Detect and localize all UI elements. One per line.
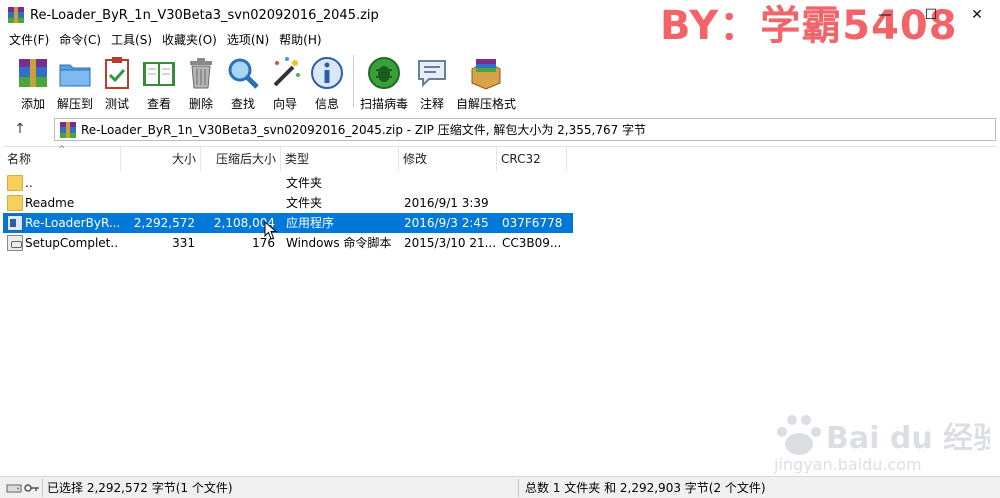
scan-virus-label: 扫描病毒 [360,97,409,111]
folder-icon [7,195,23,211]
file-type: Windows 命令脚本 [286,236,392,250]
scan-virus-button[interactable]: 扫描病毒 [360,51,408,112]
comment-button[interactable]: 注释 [414,51,450,112]
file-name: Re-LoaderByR... [25,216,119,230]
column-crc32[interactable]: CRC32 [497,147,567,171]
clipboard-check-icon [99,55,135,91]
sfx-label: 自解压格式 [456,97,517,111]
status-separator [42,479,43,497]
sfx-button[interactable]: 自解压格式 [456,51,516,112]
wizard-button[interactable]: 向导 [267,51,303,112]
file-modified: 2016/9/1 3:39 [404,196,489,210]
close-button[interactable]: ✕ [954,0,1000,30]
status-separator [518,479,519,497]
address-bar: ↑ Re-Loader_ByR_1n_V30Beta3_svn02092016_… [0,116,1000,142]
total-status: 总数 1 文件夹 和 2,292,903 字节(2 个文件) [525,481,766,495]
menu-bar: 文件(F) 命令(C) 工具(S) 收藏夹(O) 选项(N) 帮助(H) [0,30,1000,50]
file-crc32: CC3B09... [502,236,562,250]
comment-icon [414,55,450,91]
sfx-archive-icon [468,55,504,91]
baidu-brand: Bai du 经验 [826,421,990,456]
column-type[interactable]: 类型 [281,147,399,171]
script-icon [7,235,23,251]
drive-icon[interactable] [6,482,22,494]
file-name: .. [25,176,33,190]
file-type: 文件夹 [286,196,323,210]
book-icon [141,55,177,91]
file-row[interactable]: Readme 文件夹 2016/9/1 3:39 [3,193,573,213]
file-type: 文件夹 [286,176,323,190]
file-row[interactable]: SetupComplet... 331 176 Windows 命令脚本 201… [3,233,573,253]
sort-indicator-icon: ^ [58,145,66,155]
add-button[interactable]: 添加 [15,51,51,112]
trash-icon [183,55,219,91]
folder-extract-icon [57,55,93,91]
delete-button[interactable]: 删除 [183,51,219,112]
column-size[interactable]: 大小 [121,147,201,171]
view-label: 查看 [147,97,172,111]
magic-wand-icon [267,55,303,91]
menu-file[interactable]: 文件(F) [4,30,54,50]
menu-favorites[interactable]: 收藏夹(O) [157,30,222,50]
up-folder-button[interactable]: ↑ [0,121,40,137]
test-label: 测试 [105,97,130,111]
file-name: SetupComplet... [25,236,119,250]
winrar-app-icon[interactable] [8,7,24,23]
column-packed[interactable]: 压缩后大小 [201,147,281,171]
key-icon[interactable] [24,482,40,494]
column-modified[interactable]: 修改 [399,147,497,171]
file-modified: 2015/3/10 21... [404,236,497,250]
file-size: 2,292,572 [133,216,195,230]
magnifier-icon [225,55,261,91]
add-label: 添加 [20,97,45,111]
status-bar: 已选择 2,292,572 字节(1 个文件) 总数 1 文件夹 和 2,292… [0,476,1000,498]
file-row[interactable]: .. 文件夹 [3,173,573,193]
bug-scan-icon [366,55,402,91]
baidu-watermark: Bai du 经验 jingyan.baidu.com [770,384,1000,474]
add-archive-icon [15,55,51,91]
toolbar: 添加 解压到 测试 查看 删除 查找 向导 信息 扫描病毒 注释 自解压格式 [0,51,1000,113]
info-button[interactable]: 信息 [309,51,345,112]
file-size: 331 [172,236,195,250]
menu-tools[interactable]: 工具(S) [106,30,157,50]
folder-icon [7,175,23,191]
selection-status: 已选择 2,292,572 字节(1 个文件) [47,481,233,495]
delete-label: 删除 [189,97,214,111]
file-type: 应用程序 [286,216,335,230]
wizard-label: 向导 [273,97,298,111]
mouse-pointer-icon [264,221,278,240]
find-label: 查找 [231,97,256,111]
address-path: Re-Loader_ByR_1n_V30Beta3_svn02092016_20… [81,123,647,137]
view-button[interactable]: 查看 [141,51,177,112]
address-field[interactable]: Re-Loader_ByR_1n_V30Beta3_svn02092016_20… [54,118,996,141]
file-crc32: 037F6778 [502,216,563,230]
menu-commands[interactable]: 命令(C) [54,30,106,50]
toolbar-separator [353,55,355,107]
extract-label: 解压到 [57,97,94,111]
exe-icon [7,215,23,231]
baidu-url: jingyan.baidu.com [773,455,922,474]
file-row-selected[interactable]: Re-LoaderByR... 2,292,572 2,108,004 应用程序… [3,213,573,233]
column-header: 名称 ^ 大小 压缩后大小 类型 修改 CRC32 [3,145,997,171]
info-icon [309,55,345,91]
file-modified: 2016/9/3 2:45 [404,216,489,230]
window-title: Re-Loader_ByR_1n_V30Beta3_svn02092016_20… [30,7,379,23]
menu-options[interactable]: 选项(N) [222,30,274,50]
file-name: Readme [25,196,75,210]
minimize-button[interactable]: — [862,0,908,30]
zip-archive-icon [60,121,76,138]
maximize-button[interactable]: ☐ [908,0,954,30]
info-label: 信息 [315,97,340,111]
menu-help[interactable]: 帮助(H) [274,30,326,50]
test-button[interactable]: 测试 [99,51,135,112]
extract-button[interactable]: 解压到 [57,51,93,112]
comment-label: 注释 [420,97,445,111]
find-button[interactable]: 查找 [225,51,261,112]
